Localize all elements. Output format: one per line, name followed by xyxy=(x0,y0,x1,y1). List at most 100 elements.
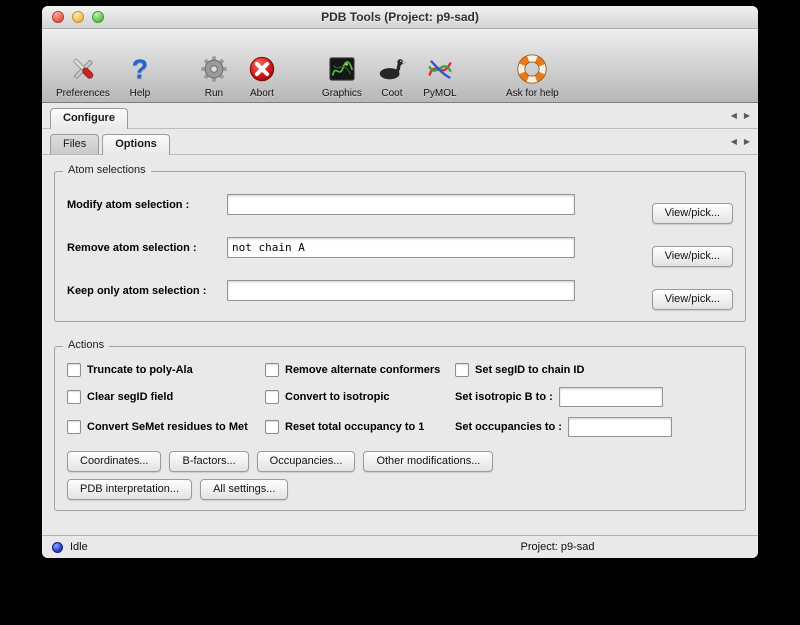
keep-only-atom-selection-input[interactable] xyxy=(227,280,575,301)
preferences-icon xyxy=(65,51,101,87)
modify-view-pick-button[interactable]: View/pick... xyxy=(652,203,733,224)
project-label: Project: p9-sad xyxy=(521,541,595,553)
options-panel: Atom selections Modify atom selection : … xyxy=(42,155,758,535)
remove-atom-selection-label: Remove atom selection : xyxy=(67,242,227,254)
coordinates-button[interactable]: Coordinates... xyxy=(67,451,161,472)
toolbar-label: Ask for help xyxy=(506,88,559,99)
tab-scroll-left-icon[interactable]: ◀ xyxy=(731,112,737,120)
checkbox-set-segid-to-chain-id[interactable]: Set segID to chain ID xyxy=(455,363,733,377)
set-isotropic-b-field: Set isotropic B to : xyxy=(455,387,733,407)
checkbox-label: Clear segID field xyxy=(87,391,173,403)
toolbar-label: Help xyxy=(130,88,151,99)
checkbox-label: Remove alternate conformers xyxy=(285,364,440,376)
checkbox-remove-alternate-conformers[interactable]: Remove alternate conformers xyxy=(265,363,455,377)
help-icon: ? xyxy=(122,51,158,87)
keep-only-atom-selection-row: Keep only atom selection : View/pick... xyxy=(67,280,733,301)
checkbox-box[interactable] xyxy=(265,363,279,377)
checkbox-box[interactable] xyxy=(67,390,81,404)
set-occupancies-label: Set occupancies to : xyxy=(455,421,562,433)
outer-tab-scroll: ◀ ▶ xyxy=(731,112,750,120)
modify-atom-selection-row: Modify atom selection : View/pick... xyxy=(67,194,733,215)
checkbox-label: Convert to isotropic xyxy=(285,391,390,403)
checkbox-label: Reset total occupancy to 1 xyxy=(285,421,424,433)
checkbox-convert-to-isotropic[interactable]: Convert to isotropic xyxy=(265,390,455,404)
title-bar[interactable]: PDB Tools (Project: p9-sad) xyxy=(42,6,758,29)
group-title: Actions xyxy=(63,339,109,351)
tab-scroll-right-icon[interactable]: ▶ xyxy=(744,138,750,146)
status-indicator-icon xyxy=(52,542,63,553)
keep-only-view-pick-button[interactable]: View/pick... xyxy=(652,289,733,310)
checkbox-label: Convert SeMet residues to Met xyxy=(87,421,248,433)
atom-selections-group: Atom selections Modify atom selection : … xyxy=(54,171,746,322)
window-title: PDB Tools (Project: p9-sad) xyxy=(321,10,479,24)
checkbox-box[interactable] xyxy=(265,390,279,404)
toolbar-label: PyMOL xyxy=(423,88,456,99)
set-occupancies-field: Set occupancies to : xyxy=(455,417,733,437)
actions-group: Actions Truncate to poly-Ala Remove alte… xyxy=(54,346,746,511)
help-glyph: ? xyxy=(132,56,149,83)
status-text: Idle xyxy=(70,541,88,553)
inner-tab-strip: Files Options ◀ ▶ xyxy=(42,129,758,155)
set-isotropic-b-label: Set isotropic B to : xyxy=(455,391,553,403)
checkbox-truncate-to-poly-ala[interactable]: Truncate to poly-Ala xyxy=(67,363,265,377)
status-bar: Idle Project: p9-sad xyxy=(42,535,758,558)
modify-atom-selection-label: Modify atom selection : xyxy=(67,199,227,211)
tab-configure[interactable]: Configure xyxy=(50,108,128,129)
actions-button-row-1: Coordinates... B-factors... Occupancies.… xyxy=(67,451,733,472)
toolbar-label: Abort xyxy=(250,88,274,99)
coot-icon xyxy=(374,51,410,87)
modify-atom-selection-input[interactable] xyxy=(227,194,575,215)
b-factors-button[interactable]: B-factors... xyxy=(169,451,248,472)
toolbar-graphics-button[interactable]: Graphics xyxy=(316,51,368,99)
run-icon xyxy=(196,51,232,87)
minimize-button[interactable] xyxy=(72,11,84,23)
occupancies-button[interactable]: Occupancies... xyxy=(257,451,356,472)
toolbar-ask-for-help-button[interactable]: Ask for help xyxy=(500,51,565,99)
window-controls xyxy=(52,11,104,23)
inner-tab-scroll: ◀ ▶ xyxy=(731,138,750,146)
graphics-icon xyxy=(324,51,360,87)
close-button[interactable] xyxy=(52,11,64,23)
toolbar-coot-button[interactable]: Coot xyxy=(368,51,416,99)
checkbox-clear-segid-field[interactable]: Clear segID field xyxy=(67,390,265,404)
toolbar-preferences-button[interactable]: Preferences xyxy=(50,51,116,99)
checkbox-convert-semet-to-met[interactable]: Convert SeMet residues to Met xyxy=(67,420,265,434)
checkbox-box[interactable] xyxy=(455,363,469,377)
toolbar-pymol-button[interactable]: PyMOL xyxy=(416,51,464,99)
tab-options[interactable]: Options xyxy=(102,134,170,155)
outer-tab-strip: Configure ◀ ▶ xyxy=(42,103,758,129)
actions-button-row-2: PDB interpretation... All settings... xyxy=(67,479,733,500)
toolbar-label: Graphics xyxy=(322,88,362,99)
tab-scroll-right-icon[interactable]: ▶ xyxy=(744,112,750,120)
all-settings-button[interactable]: All settings... xyxy=(200,479,288,500)
group-title: Atom selections xyxy=(63,164,151,176)
checkbox-box[interactable] xyxy=(67,363,81,377)
remove-atom-selection-input[interactable] xyxy=(227,237,575,258)
checkbox-label: Set segID to chain ID xyxy=(475,364,584,376)
pymol-icon xyxy=(422,51,458,87)
tab-files[interactable]: Files xyxy=(50,134,99,154)
zoom-button[interactable] xyxy=(92,11,104,23)
checkbox-box[interactable] xyxy=(67,420,81,434)
ask-for-help-icon xyxy=(514,51,550,87)
abort-icon xyxy=(244,51,280,87)
set-occupancies-input[interactable] xyxy=(568,417,672,437)
remove-atom-selection-row: Remove atom selection : View/pick... xyxy=(67,237,733,258)
toolbar-abort-button[interactable]: Abort xyxy=(238,51,286,99)
toolbar-help-button[interactable]: ? Help xyxy=(116,51,164,99)
checkbox-box[interactable] xyxy=(265,420,279,434)
toolbar-run-button[interactable]: Run xyxy=(190,51,238,99)
remove-view-pick-button[interactable]: View/pick... xyxy=(652,246,733,267)
pdb-interpretation-button[interactable]: PDB interpretation... xyxy=(67,479,192,500)
tab-scroll-left-icon[interactable]: ◀ xyxy=(731,138,737,146)
toolbar-label: Run xyxy=(205,88,223,99)
toolbar: Preferences ? Help xyxy=(42,29,758,103)
checkbox-reset-total-occupancy[interactable]: Reset total occupancy to 1 xyxy=(265,420,455,434)
keep-only-atom-selection-label: Keep only atom selection : xyxy=(67,285,227,297)
app-window: PDB Tools (Project: p9-sad) Preferences … xyxy=(42,6,758,558)
checkbox-label: Truncate to poly-Ala xyxy=(87,364,193,376)
toolbar-label: Coot xyxy=(381,88,402,99)
toolbar-label: Preferences xyxy=(56,88,110,99)
set-isotropic-b-input[interactable] xyxy=(559,387,663,407)
other-modifications-button[interactable]: Other modifications... xyxy=(363,451,493,472)
